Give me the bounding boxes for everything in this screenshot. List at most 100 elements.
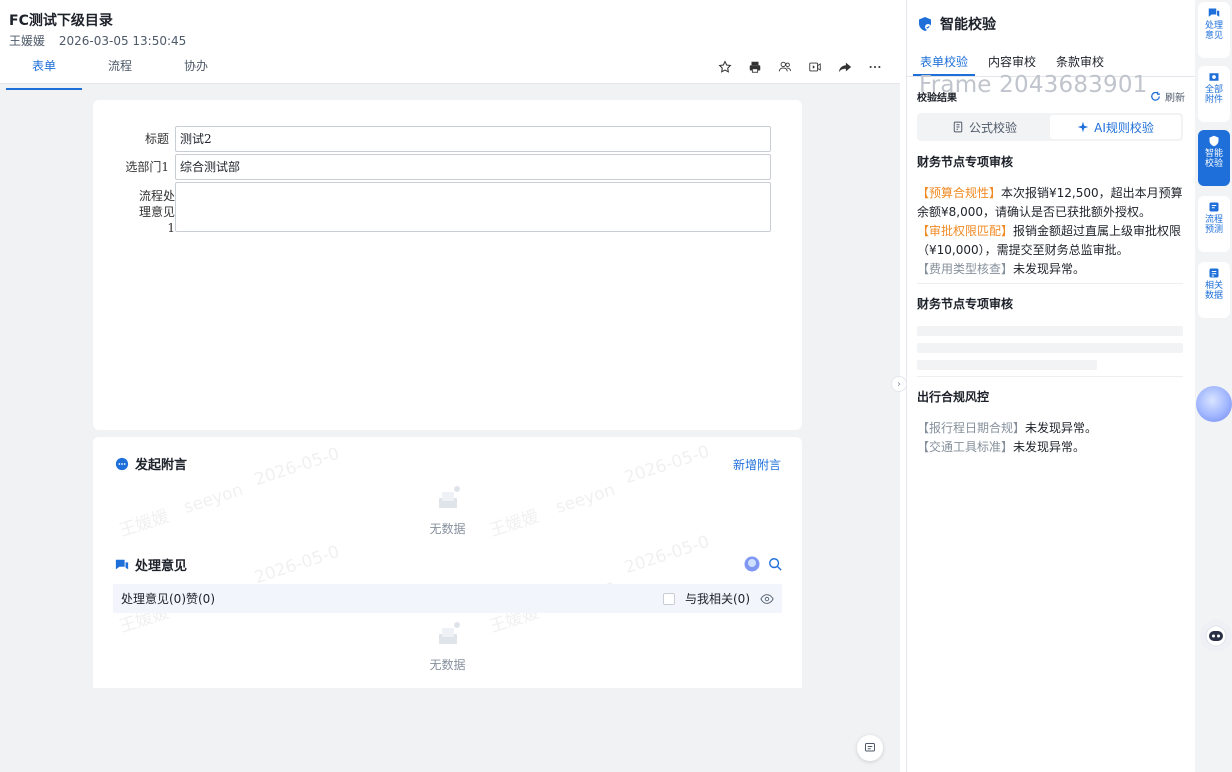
check-mode-toggle: 公式校验 AI规则校验 [917, 113, 1183, 141]
panel-title: 智能校验 [917, 14, 996, 34]
panel-title-text: 智能校验 [940, 17, 996, 33]
rail-item-smart-check[interactable]: 智能校验 [1198, 130, 1230, 186]
block-divider [917, 283, 1183, 284]
opinion-actions [744, 556, 782, 572]
block-divider [917, 376, 1183, 377]
form-row-opinion: 流程处理意见1 [93, 182, 771, 236]
result-tag: 【交通工具标准】 [917, 440, 1014, 454]
check-result-line: 【费用类型核查】未发现异常。 [917, 260, 1183, 279]
result-heading: 校验结果 [917, 93, 957, 104]
shield-check-icon [919, 17, 931, 31]
dept-field[interactable]: 综合测试部 [175, 154, 771, 180]
formula-check-label: 公式校验 [968, 120, 1017, 135]
rail-item-opinions[interactable]: 处理意见 [1198, 2, 1230, 58]
add-attachment-note-link[interactable]: 新增附言 [733, 456, 781, 473]
flow-icon [1209, 202, 1219, 212]
opinion-field[interactable] [175, 182, 771, 232]
collapse-panel-button[interactable]: › [891, 376, 907, 392]
attachment-icon [1209, 73, 1219, 81]
shield-check-icon [1209, 135, 1219, 147]
rail-item-flow-predict[interactable]: 流程预测 [1198, 196, 1230, 252]
tab-form-check[interactable]: 表单校验 [913, 54, 976, 76]
opinion-icon [115, 559, 129, 569]
ai-assistant-avatar[interactable] [1196, 386, 1232, 422]
users-icon[interactable] [770, 58, 800, 76]
watermark-date: 2026-05-0 [622, 531, 712, 579]
field-label-title: 标题 [144, 132, 169, 146]
rail-item-label: 相关数据 [1204, 281, 1223, 301]
field-label-opinion: 流程处理意见1 [138, 189, 175, 235]
formula-doc-icon [953, 121, 963, 133]
chat-bubble-icon [115, 457, 129, 470]
attach-section-title: 发起附言 [115, 454, 187, 473]
print-icon[interactable] [740, 58, 770, 76]
attach-empty-text: 无数据 [429, 522, 466, 536]
rail-item-related-data[interactable]: 相关数据 [1198, 262, 1230, 318]
rail-item-attachments[interactable]: 全部附件 [1198, 66, 1230, 122]
opinion-count-label: 处理意见(0)赞(0) [121, 592, 215, 606]
sparkle-icon [1077, 121, 1089, 133]
check-result-line: 【报行程日期合规】未发现异常。 [917, 419, 1183, 438]
refresh-label: 刷新 [1165, 93, 1185, 104]
check-result-line: 【交通工具标准】未发现异常。 [917, 438, 1183, 457]
loading-skeleton [917, 343, 1183, 353]
tab-assist[interactable]: 协办 [158, 56, 234, 84]
search-icon[interactable] [768, 557, 782, 571]
smart-check-panel: 智能校验 表单校验 内容审校 条款审校 Frame 2043683901 校验结… [906, 0, 1195, 772]
opinion-empty-state: 无数据 [93, 620, 802, 673]
star-icon[interactable] [710, 58, 740, 76]
empty-inbox-icon [438, 486, 460, 508]
robot-assistant-button[interactable] [1200, 620, 1232, 652]
feedback-button[interactable] [857, 735, 883, 761]
ai-rule-check-label: AI规则校验 [1094, 120, 1154, 135]
attach-empty-state: 无数据 [93, 484, 802, 537]
tab-flow[interactable]: 流程 [82, 56, 158, 84]
finance-review-block: 财务节点专项审核 【预算合规性】本次报销¥12,500，超出本月预算余额¥8,0… [917, 153, 1183, 279]
ai-rule-check-segment[interactable]: AI规则校验 [1050, 115, 1181, 139]
attach-title-text: 发起附言 [135, 458, 188, 473]
tab-clause-review[interactable]: 条款审校 [1049, 54, 1111, 70]
title-field[interactable]: 测试2 [175, 126, 771, 152]
watermark-date: 2026-05-0 [252, 541, 342, 589]
ai-avatar-icon[interactable] [744, 556, 760, 572]
finance-review-loading-block: 财务节点专项审核 [917, 295, 1183, 377]
comments-card: 2026-05-0 2026-05-0 王媛媛 seeyon 王媛媛 seeyo… [93, 437, 802, 688]
robot-icon [1205, 625, 1227, 647]
check-result-line: 【预算合规性】本次报销¥12,500，超出本月预算余额¥8,000，请确认是否已… [917, 184, 1183, 222]
result-text: 未发现异常。 [1013, 262, 1086, 276]
formula-check-segment[interactable]: 公式校验 [919, 115, 1050, 139]
eye-icon[interactable] [760, 592, 774, 606]
watermark-date: 2026-05-0 [622, 441, 712, 489]
related-checkbox[interactable] [663, 592, 675, 605]
document-toolbar [710, 58, 890, 76]
more-icon[interactable] [860, 58, 890, 76]
result-text: 未发现异常。 [1025, 421, 1098, 435]
result-tag: 【报行程日期合规】 [917, 421, 1026, 435]
form-row-title: 标题 测试2 [93, 126, 771, 152]
tab-form[interactable]: 表单 [6, 56, 82, 90]
author-name: 王媛媛 [9, 34, 46, 48]
rail-item-label: 处理意见 [1204, 21, 1223, 41]
rail-item-label: 全部附件 [1204, 85, 1223, 105]
message-icon [865, 743, 875, 752]
document-meta: 王媛媛 2026-03-05 13:50:45 [9, 32, 186, 49]
document-header: FC测试下级目录 王媛媛 2026-03-05 13:50:45 表单 流程 协… [0, 0, 900, 90]
share-icon[interactable] [830, 58, 860, 76]
rail-item-label: 智能校验 [1204, 149, 1223, 169]
opinion-title-text: 处理意见 [135, 559, 188, 574]
finance-review-title: 财务节点专项审核 [917, 155, 1014, 169]
data-icon [1209, 268, 1219, 278]
form-row-dept: 选部门1 综合测试部 [93, 154, 771, 180]
opinion-section-title: 处理意见 [115, 555, 187, 574]
travel-compliance-title: 出行合规风控 [917, 390, 990, 404]
refresh-button[interactable]: 刷新 [1150, 89, 1185, 104]
result-text: 未发现异常。 [1013, 440, 1086, 454]
document-title: FC测试下级目录 [9, 13, 113, 29]
empty-inbox-icon [438, 622, 460, 644]
result-tag: 【费用类型核查】 [917, 262, 1014, 276]
tab-content-review[interactable]: 内容审校 [981, 54, 1043, 70]
video-icon[interactable] [800, 58, 830, 76]
form-card: 标题 测试2 选部门1 综合测试部 流程处理意见1 [93, 100, 802, 430]
loading-skeleton [917, 360, 1097, 370]
refresh-icon [1151, 91, 1160, 101]
